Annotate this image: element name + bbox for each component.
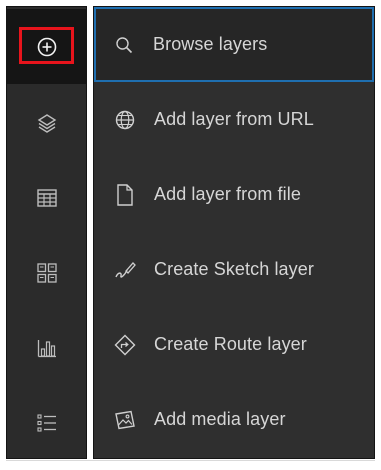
menu-item-label: Add layer from file [154,184,301,204]
sketch-icon [113,258,137,282]
media-icon [113,408,137,432]
add-circle-icon [36,36,58,58]
menu-item-add-media[interactable]: Add media layer [95,382,374,457]
menu-item-create-route[interactable]: Create Route layer [95,307,374,382]
list-icon [36,413,57,433]
rail-item-layers[interactable] [7,85,86,160]
rail-item-grid[interactable] [7,235,86,310]
menu-item-label: Create Route layer [154,334,307,354]
search-icon [112,33,136,57]
grid-icon [36,262,57,283]
rail-item-list[interactable] [7,385,86,460]
menu-item-browse-layers[interactable]: Browse layers [94,7,374,82]
tool-rail [6,6,87,459]
table-icon [36,188,57,207]
rail-item-chart[interactable] [7,310,86,385]
file-icon [113,183,137,207]
rail-item-add[interactable] [7,9,86,84]
bottom-divider [6,460,375,461]
menu-item-label: Add media layer [154,409,286,429]
rail-item-table[interactable] [7,160,86,235]
layers-icon [36,112,58,134]
route-icon [113,333,137,357]
bar-chart-icon [37,338,57,358]
globe-icon [113,108,137,132]
add-layer-panel: Browse layers Add layer from URL Add lay… [0,0,381,470]
menu-item-add-from-url[interactable]: Add layer from URL [95,82,374,157]
menu-item-label: Create Sketch layer [154,259,314,279]
menu-item-add-from-file[interactable]: Add layer from file [95,157,374,232]
menu-item-label: Add layer from URL [154,109,314,129]
menu-item-label: Browse layers [153,34,268,54]
add-layer-menu: Browse layers Add layer from URL Add lay… [93,6,375,459]
menu-item-create-sketch[interactable]: Create Sketch layer [95,232,374,307]
